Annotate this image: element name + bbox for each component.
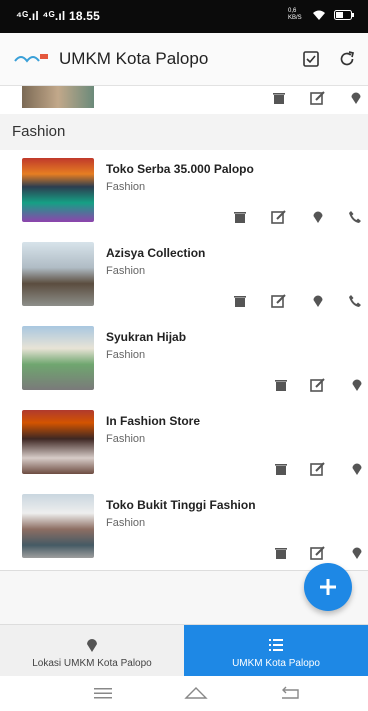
delete-icon[interactable] [231, 292, 249, 310]
edit-icon[interactable] [309, 460, 327, 478]
battery-icon [334, 10, 354, 20]
store-category: Fashion [106, 349, 146, 361]
phone-icon[interactable] [346, 208, 364, 226]
store-name: In Fashion Store [106, 414, 201, 428]
delete-icon[interactable] [272, 376, 290, 394]
store-category: Fashion [106, 265, 146, 277]
location-pin-icon[interactable] [348, 376, 366, 394]
list-item[interactable]: Azisya Collection Fashion [0, 234, 368, 319]
store-photo [22, 494, 94, 558]
back-icon[interactable] [278, 685, 302, 701]
add-store-button[interactable] [304, 563, 352, 611]
nav-map-label: Lokasi UMKM Kota Palopo [32, 658, 152, 669]
store-photo [22, 410, 94, 474]
store-photo [22, 242, 94, 306]
list-item[interactable]: Toko Serba 35.000 Palopo Fashion [0, 150, 368, 235]
select-checkbox-button[interactable] [298, 46, 324, 72]
delete-icon[interactable] [272, 91, 286, 110]
store-photo [22, 86, 94, 108]
status-signal-time: ⁴ᴳ.ıl ⁴ᴳ.ıl 18.55 [16, 9, 101, 23]
category-title: Fashion [12, 123, 66, 140]
store-name: Azisya Collection [106, 246, 206, 260]
category-header: Fashion [0, 114, 368, 150]
umkm-logo [14, 54, 48, 63]
delete-icon[interactable] [231, 208, 249, 226]
store-category: Fashion [106, 181, 146, 193]
wifi-icon [313, 10, 325, 20]
app-title: UMKM Kota Palopo [59, 49, 209, 68]
store-category: Fashion [106, 517, 146, 529]
system-nav-bar [0, 676, 368, 711]
list-item[interactable]: In Fashion Store Fashion [0, 402, 368, 487]
home-icon[interactable] [184, 685, 208, 701]
store-name: Syukran Hijab [106, 330, 187, 344]
edit-icon[interactable] [270, 208, 288, 226]
location-pin-icon[interactable] [350, 91, 362, 110]
list-item-partial[interactable] [0, 86, 368, 115]
location-pin-icon[interactable] [348, 460, 366, 478]
nav-tab-list[interactable]: UMKM Kota Palopo [184, 625, 368, 677]
list-item[interactable]: Syukran Hijab Fashion [0, 318, 368, 403]
refresh-icon [340, 51, 355, 66]
delete-icon[interactable] [272, 544, 290, 562]
edit-icon[interactable] [309, 376, 327, 394]
list-icon [269, 639, 283, 651]
list-item[interactable]: Toko Bukit Tinggi Fashion Fashion [0, 486, 368, 571]
refresh-button[interactable] [334, 46, 360, 72]
edit-icon[interactable] [270, 292, 288, 310]
edit-icon[interactable] [309, 544, 327, 562]
app-bar: UMKM Kota Palopo [0, 33, 368, 86]
status-bar: ⁴ᴳ.ıl ⁴ᴳ.ıl 18.55 0,6 KB/S [0, 0, 368, 33]
store-category: Fashion [106, 433, 146, 445]
plus-icon [320, 579, 336, 595]
delete-icon[interactable] [272, 460, 290, 478]
nav-tab-map[interactable]: Lokasi UMKM Kota Palopo [0, 625, 184, 677]
nav-list-label: UMKM Kota Palopo [232, 658, 320, 669]
store-photo [22, 158, 94, 222]
network-speed: 0,6 KB/S [288, 8, 302, 21]
checkbox-icon [303, 51, 319, 67]
edit-icon[interactable] [310, 91, 326, 110]
location-pin-icon[interactable] [309, 208, 327, 226]
store-photo [22, 326, 94, 390]
store-list: Fashion Toko Serba 35.000 Palopo Fashion… [0, 86, 368, 624]
bottom-navigation: Lokasi UMKM Kota Palopo UMKM Kota Palopo [0, 624, 368, 677]
location-pin-icon[interactable] [348, 544, 366, 562]
store-name: Toko Serba 35.000 Palopo [106, 162, 254, 176]
location-pin-icon[interactable] [309, 292, 327, 310]
location-pin-icon [87, 639, 97, 652]
status-icons: 0,6 KB/S [288, 8, 354, 22]
menu-icon[interactable] [91, 685, 115, 701]
phone-icon[interactable] [346, 292, 364, 310]
store-name: Toko Bukit Tinggi Fashion [106, 498, 256, 512]
